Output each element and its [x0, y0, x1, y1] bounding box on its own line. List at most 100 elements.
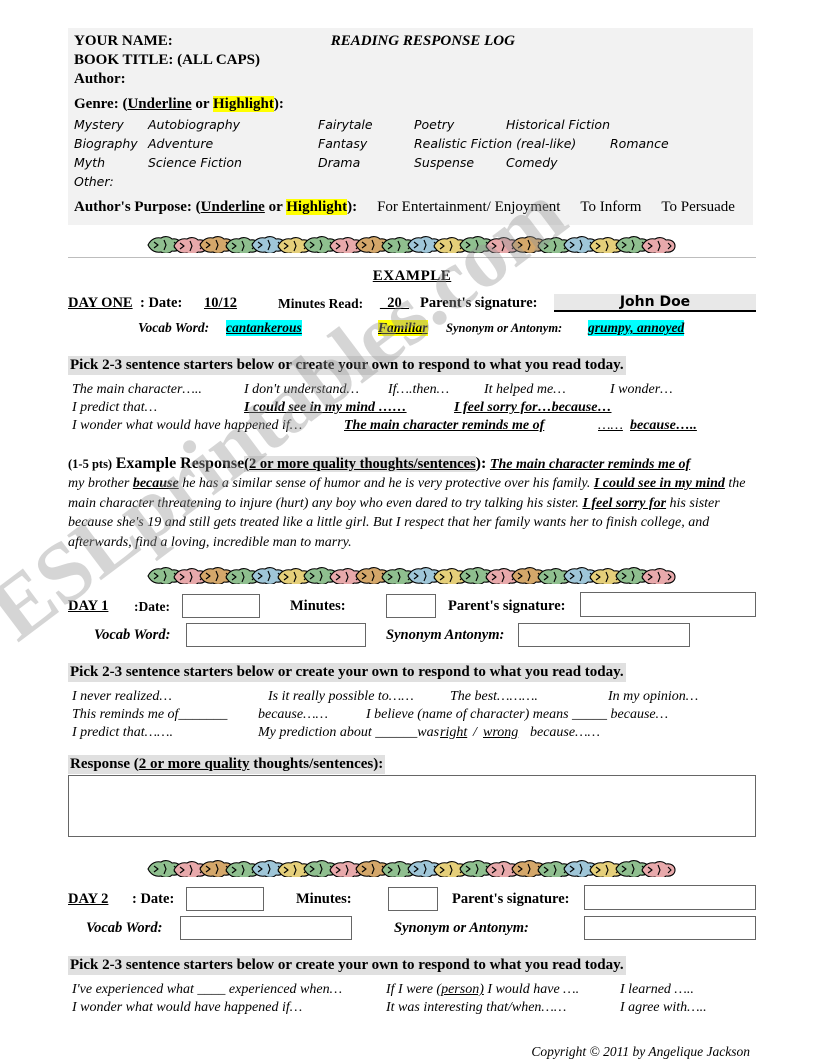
day2-minutes-input[interactable]	[388, 887, 438, 911]
genre-option-science-fiction[interactable]: Science Fiction	[148, 153, 242, 172]
starter-i-believe-means[interactable]: I believe (name of character) means ____…	[366, 707, 668, 723]
genre-option-autobiography[interactable]: Autobiography	[148, 115, 240, 134]
response-keyword-see-in-my-mind: I could see in my mind	[593, 476, 725, 491]
starters-example-row-1: The main character….. I don't understand…	[68, 382, 756, 400]
starter-because[interactable]: because…..	[630, 418, 697, 434]
starter-main-character[interactable]: The main character…..	[72, 382, 202, 398]
worksheet: YOUR NAME: READING RESPONSE LOG BOOK TITL…	[68, 28, 756, 1060]
starter-if-i-were-person: (person)	[436, 982, 484, 997]
author-label: Author:	[74, 71, 126, 87]
starter-really-possible[interactable]: Is it really possible to……	[268, 689, 414, 705]
starter-i-predict-day1[interactable]: I predict that…….	[72, 725, 173, 741]
day2-vocab-row: Vocab Word: Synonym or Antonym:	[68, 916, 756, 942]
starter-wonder-happened-if[interactable]: I wonder what would have happened if…	[72, 418, 302, 434]
starters-day1-row-3: I predict that……. My prediction about __…	[68, 725, 756, 743]
starters-day2-row-2: I wonder what would have happened if… It…	[68, 1000, 756, 1018]
starter-wrong-option[interactable]: wrong	[483, 725, 518, 741]
example-response-body: my brother because he has a similar sens…	[68, 474, 756, 552]
day1-signature-input[interactable]	[580, 592, 756, 617]
genre-option-adventure[interactable]: Adventure	[148, 134, 213, 153]
starter-feel-sorry-for[interactable]: I feel sorry for…because…	[454, 400, 611, 416]
starter-wonder-happened-if-day2[interactable]: I wonder what would have happened if…	[72, 1000, 302, 1016]
starter-experienced-what[interactable]: I've experienced what ____ experienced w…	[72, 982, 342, 998]
day2-vocab-input[interactable]	[180, 916, 352, 940]
purpose-option-entertainment[interactable]: For Entertainment/ Enjoyment	[377, 199, 560, 215]
starter-if-i-were-pre: If I were	[386, 982, 437, 997]
day1-label: DAY 1	[68, 598, 109, 614]
purpose-underline-word: Underline	[200, 199, 265, 215]
genre-option-romance[interactable]: Romance	[610, 134, 669, 153]
starter-the-best[interactable]: The best……….	[450, 689, 538, 705]
example-vocab-row: Vocab Word: cantankerous Familiar Synony…	[68, 318, 756, 340]
example-response-title: Example Response	[115, 455, 245, 472]
example-response-criteria-close: ):	[475, 455, 487, 472]
genre-option-biography[interactable]: Biography	[74, 134, 138, 153]
genre-option-comedy[interactable]: Comedy	[506, 153, 558, 172]
genre-option-fairytale[interactable]: Fairytale	[318, 115, 373, 134]
starter-reminds-me-of[interactable]: The main character reminds me of	[344, 418, 544, 434]
day1-response-textarea[interactable]	[68, 775, 756, 837]
day1-response-label-plain: Response (	[70, 756, 139, 772]
day1-vocab-input[interactable]	[186, 623, 366, 647]
starter-dont-understand[interactable]: I don't understand…	[244, 382, 359, 398]
document-title: READING RESPONSE LOG	[330, 33, 515, 49]
starters-day2-row-1: I've experienced what ____ experienced w…	[68, 982, 756, 1000]
purpose-option-inform[interactable]: To Inform	[580, 199, 641, 215]
day1-response-label-underlined: 2 or more quality	[138, 756, 250, 772]
purpose-option-persuade[interactable]: To Persuade	[661, 199, 735, 215]
starter-i-agree-with[interactable]: I agree with…..	[620, 1000, 707, 1016]
genre-option-suspense[interactable]: Suspense	[414, 153, 474, 172]
starter-in-my-opinion[interactable]: In my opinion…	[608, 689, 698, 705]
horizontal-rule-1	[68, 257, 756, 258]
day1-date-input[interactable]	[182, 594, 260, 618]
purpose-or: or	[264, 199, 287, 215]
starter-it-was-interesting[interactable]: It was interesting that/when……	[386, 1000, 566, 1016]
leaf-border-divider-2	[68, 566, 756, 584]
genre-option-mystery[interactable]: Mystery	[74, 115, 124, 134]
example-response-heading: (1-5 pts) Example Response(2 or more qua…	[68, 454, 756, 474]
day1-minutes-input[interactable]	[386, 594, 436, 618]
pick-starters-bar-day1: Pick 2-3 sentence starters below or crea…	[68, 663, 626, 682]
example-day-one-row: DAY ONE : Date: 10/12 Minutes Read: _20_…	[68, 293, 756, 315]
genre-option-historical-fiction[interactable]: Historical Fiction	[506, 115, 610, 134]
starter-i-predict[interactable]: I predict that…	[72, 400, 157, 416]
genre-option-fantasy[interactable]: Fantasy	[318, 134, 367, 153]
day2-signature-input[interactable]	[584, 885, 756, 910]
starters-day1-row-1: I never realized… Is it really possible …	[68, 689, 756, 707]
day2-date-input[interactable]	[186, 887, 264, 911]
starter-it-helped-me[interactable]: It helped me…	[484, 382, 566, 398]
genre-option-realistic-fiction[interactable]: Realistic Fiction (real-like)	[414, 134, 576, 153]
starter-reminds-me-of-blank[interactable]: This reminds me of_______	[72, 707, 227, 723]
leaf-border-graphic-3	[147, 860, 676, 877]
day2-vocab-label: Vocab Word:	[86, 920, 163, 936]
day1-synonym-antonym-input[interactable]	[518, 623, 690, 647]
starter-my-prediction[interactable]: My prediction about ______was	[258, 725, 439, 741]
leaf-border-divider-3	[68, 859, 756, 877]
example-response-criteria: 2 or more quality thoughts/sentences	[249, 456, 476, 472]
starter-see-in-my-mind[interactable]: I could see in my mind ……	[244, 400, 407, 416]
starter-if-i-were[interactable]: If I were (person) I would have ….	[386, 982, 579, 998]
genre-option-poetry[interactable]: Poetry	[414, 115, 454, 134]
genre-option-other[interactable]: Other:	[74, 172, 747, 191]
day2-synonym-antonym-input[interactable]	[584, 916, 756, 940]
leaf-border-divider-1	[68, 235, 756, 253]
genre-option-myth[interactable]: Myth	[74, 153, 105, 172]
starters-day1-row-2: This reminds me of_______ because…… I be…	[68, 707, 756, 725]
pick-starters-bar-day2: Pick 2-3 sentence starters below or crea…	[68, 956, 626, 975]
genre-row-3: Myth Science Fiction Drama Suspense Come…	[74, 153, 747, 172]
pick-starters-bar-example: Pick 2-3 sentence starters below or crea…	[68, 356, 626, 375]
book-title-label: BOOK TITLE: (ALL CAPS)	[74, 52, 261, 68]
genre-option-drama[interactable]: Drama	[318, 153, 360, 172]
starter-i-wonder[interactable]: I wonder…	[610, 382, 673, 398]
starter-i-learned[interactable]: I learned …..	[620, 982, 694, 998]
starter-slash: /	[473, 725, 477, 740]
starter-right-option[interactable]: right	[440, 725, 467, 741]
response-keyword-because: because	[132, 476, 179, 491]
starter-never-realized[interactable]: I never realized…	[72, 689, 172, 705]
genre-row-2: Biography Adventure Fantasy Realistic Fi…	[74, 134, 747, 153]
starter-because-day1[interactable]: because……	[258, 707, 328, 723]
day2-top-row: DAY 2 : Date: Minutes: Parent's signatur…	[68, 885, 756, 913]
starter-if-then[interactable]: If….then…	[388, 382, 449, 398]
genre-close: ):	[273, 96, 284, 112]
starters-day1: I never realized… Is it really possible …	[68, 689, 756, 743]
